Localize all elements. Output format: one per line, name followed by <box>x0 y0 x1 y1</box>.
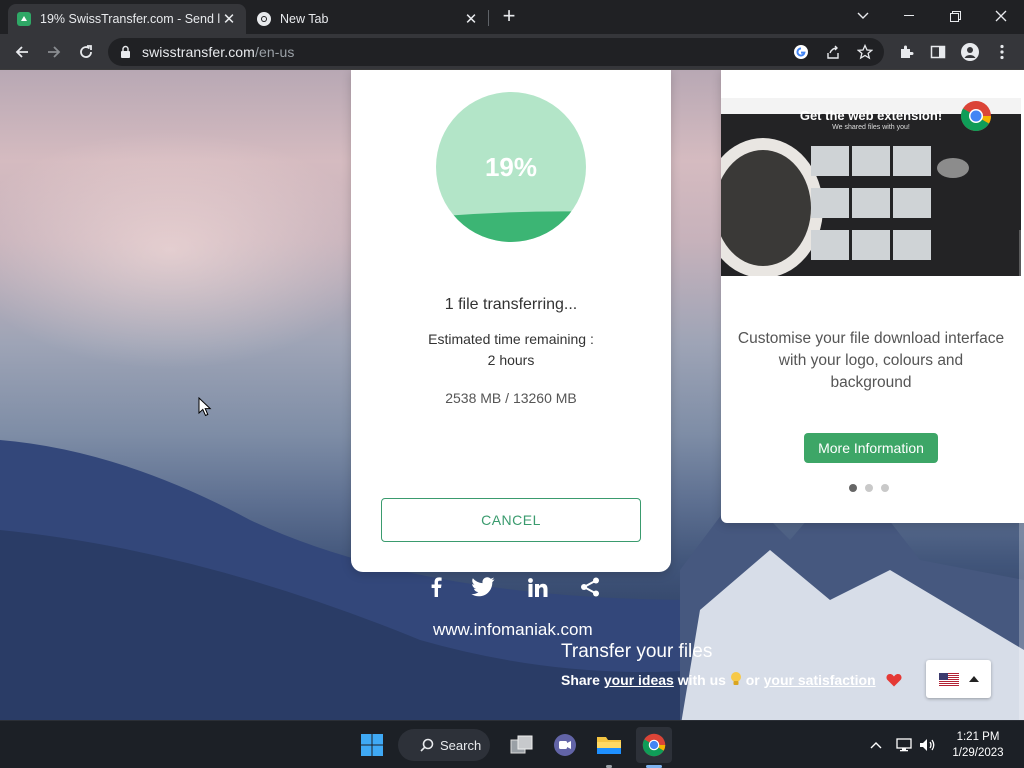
footer-feedback: Share your ideas with us or your satisfa… <box>561 671 902 688</box>
close-icon[interactable]: ✕ <box>220 10 238 28</box>
extensions-icon[interactable] <box>896 42 916 62</box>
promo-description: Customise your file download interface w… <box>737 330 1005 391</box>
taskbar-search[interactable]: Search <box>398 729 490 761</box>
address-bar[interactable]: swisstransfer.com/en-us <box>108 38 884 66</box>
facebook-icon[interactable] <box>424 575 448 599</box>
more-information-button[interactable]: More Information <box>804 433 938 463</box>
language-selector[interactable] <box>926 660 991 698</box>
side-panel-icon[interactable] <box>928 42 948 62</box>
folder-icon <box>597 737 621 754</box>
teams-chat-button[interactable] <box>547 727 583 763</box>
task-view-button[interactable] <box>504 727 540 763</box>
clock-date: 1/29/2023 <box>952 747 1004 759</box>
volume-icon[interactable] <box>919 736 937 754</box>
url-text: swisstransfer.com/en-us <box>142 44 294 60</box>
clock-time: 1:21 PM <box>956 731 1000 743</box>
share-icon[interactable] <box>578 575 602 599</box>
promo-card: Get the web extension! We shared files w… <box>721 70 1024 523</box>
tab-search-button[interactable] <box>840 0 886 32</box>
start-button[interactable] <box>354 727 390 763</box>
google-icon[interactable] <box>792 43 810 61</box>
heart-icon <box>886 674 902 687</box>
progress-percent: 19% <box>484 152 538 182</box>
menu-kebab-icon[interactable] <box>992 42 1012 62</box>
search-icon <box>420 738 434 752</box>
windows-logo-icon <box>361 734 383 756</box>
browser-tabstrip: 19% SwissTransfer.com - Send la ✕ New Ta… <box>0 0 1024 34</box>
page-viewport: 19% 1 file transferring... Estimated tim… <box>0 70 1024 720</box>
close-window-button[interactable] <box>978 0 1024 32</box>
chrome-logo-icon <box>961 101 991 132</box>
chrome-icon <box>256 11 272 27</box>
star-icon[interactable] <box>856 43 874 61</box>
new-tab-button[interactable]: + <box>498 5 520 28</box>
chat-icon <box>554 734 576 756</box>
minimize-icon <box>904 15 914 16</box>
restore-button[interactable] <box>932 0 978 32</box>
arrow-left-icon <box>15 46 28 58</box>
forward-button[interactable] <box>40 38 68 66</box>
your-ideas-link[interactable]: your ideas <box>604 672 674 688</box>
us-flag-icon <box>938 672 959 686</box>
footer-share-mid: with us <box>673 672 730 688</box>
close-icon[interactable]: ✕ <box>462 10 480 28</box>
file-explorer-button[interactable] <box>591 727 627 763</box>
url-domain: swisstransfer.com <box>142 44 255 60</box>
carousel-dots <box>849 484 889 492</box>
page-scrollbar[interactable] <box>1019 230 1024 720</box>
chevron-down-icon <box>857 12 869 19</box>
tab-separator <box>488 10 489 26</box>
lightbulb-icon <box>730 672 741 685</box>
restore-icon <box>949 10 961 22</box>
reload-button[interactable] <box>72 38 100 66</box>
minimize-button[interactable] <box>886 0 932 32</box>
footer-tagline: Transfer your files <box>561 641 713 662</box>
lock-icon[interactable] <box>120 45 131 64</box>
linkedin-icon[interactable] <box>526 575 550 599</box>
windows-taskbar: Search 1:21 PM 1/29/2023 <box>0 720 1024 768</box>
share-page-icon[interactable] <box>824 43 842 61</box>
mouse-cursor-icon <box>198 397 212 417</box>
eta-label: Estimated time remaining : <box>428 331 594 347</box>
transfer-status: 1 file transferring... <box>444 296 578 313</box>
carousel-dot[interactable] <box>865 484 873 492</box>
cancel-button[interactable]: CANCEL <box>381 498 641 542</box>
caret-up-icon <box>968 676 979 682</box>
url-path: /en-us <box>254 44 295 60</box>
progress-fill <box>436 211 586 242</box>
eta-value: 2 hours <box>487 352 535 368</box>
taskbar-search-label: Search <box>440 737 482 753</box>
transfer-progress-card: 19% 1 file transferring... Estimated tim… <box>351 70 671 572</box>
twitter-icon[interactable] <box>471 575 495 599</box>
task-view-icon <box>510 735 533 754</box>
tab-new-tab[interactable]: New Tab ✕ <box>248 4 488 34</box>
footer-share-prefix: Share <box>561 672 604 688</box>
back-button[interactable] <box>8 38 36 66</box>
transfer-size: 2538 MB / 13260 MB <box>445 390 577 406</box>
arrow-right-icon <box>48 46 61 58</box>
footer-or-text: or <box>745 672 764 688</box>
background-sky <box>0 130 380 370</box>
browser-toolbar: swisstransfer.com/en-us <box>0 34 1024 70</box>
swisstransfer-icon <box>16 11 32 27</box>
carousel-dot[interactable] <box>849 484 857 492</box>
profile-icon[interactable] <box>960 42 980 62</box>
your-satisfaction-link[interactable]: your satisfaction <box>764 672 876 688</box>
chevron-up-icon[interactable] <box>867 736 885 754</box>
system-clock[interactable]: 1:21 PM 1/29/2023 <box>944 729 1012 761</box>
reload-icon <box>80 45 92 58</box>
tab-title: New Tab <box>280 12 329 26</box>
footer-site-url[interactable]: www.infomaniak.com <box>433 620 593 640</box>
carousel-dot[interactable] <box>881 484 889 492</box>
close-icon <box>995 10 1007 22</box>
tab-swisstransfer[interactable]: 19% SwissTransfer.com - Send la ✕ <box>8 4 246 34</box>
chrome-icon <box>642 733 666 757</box>
chrome-taskbar-button[interactable] <box>636 727 672 763</box>
network-icon[interactable] <box>895 736 913 754</box>
tab-title: 19% SwissTransfer.com - Send la <box>40 12 220 26</box>
